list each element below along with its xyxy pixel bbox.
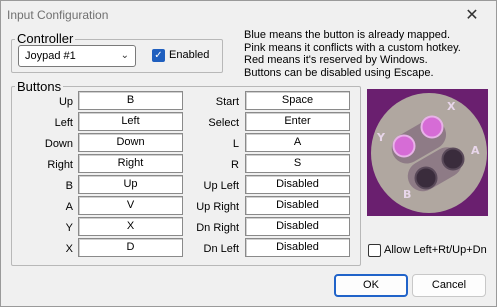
b-button-label: B <box>403 188 411 201</box>
controller-select[interactable]: Joypad #1 ⌄ <box>18 45 136 67</box>
b-button <box>414 166 438 190</box>
binding-a[interactable]: V <box>78 196 183 215</box>
a-button-label: A <box>471 144 480 157</box>
binding-up[interactable]: B <box>78 91 183 110</box>
buttons-group-label: Buttons <box>15 79 64 94</box>
allow-diagonal-checkbox[interactable] <box>368 244 381 257</box>
info-line: Pink means it conflicts with a custom ho… <box>244 41 461 54</box>
button-label-r: R <box>231 159 239 171</box>
info-line: Red means it's reserved by Windows. <box>244 54 428 66</box>
binding-right[interactable]: Right <box>78 154 183 173</box>
cancel-button[interactable]: Cancel <box>412 274 486 297</box>
binding-dn-left[interactable]: Disabled <box>245 238 350 257</box>
button-label-y: Y <box>65 222 73 234</box>
controller-select-value: Joypad #1 <box>25 50 76 62</box>
button-label-a: A <box>65 201 73 213</box>
controller-group-label: Controller <box>15 31 76 46</box>
binding-y[interactable]: X <box>78 217 183 236</box>
chevron-down-icon: ⌄ <box>120 50 129 61</box>
button-label-down: Down <box>44 138 73 150</box>
y-button-label: Y <box>376 131 386 144</box>
x-button <box>420 115 444 139</box>
binding-dn-right[interactable]: Disabled <box>245 217 350 236</box>
close-icon[interactable]: ✕ <box>454 3 490 27</box>
binding-left[interactable]: Left <box>78 112 183 131</box>
button-label-dn-right: Dn Right <box>196 222 239 234</box>
x-button-label: X <box>447 100 456 113</box>
info-text: Blue means the button is already mapped.… <box>244 29 461 79</box>
enabled-label: Enabled <box>169 49 210 61</box>
button-label-x: X <box>65 243 73 255</box>
info-line: Blue means the button is already mapped. <box>244 29 451 41</box>
binding-up-left[interactable]: Disabled <box>245 175 350 194</box>
button-label-b: B <box>65 180 73 192</box>
button-label-dn-left: Dn Left <box>203 243 239 255</box>
binding-r[interactable]: S <box>245 154 350 173</box>
button-label-up: Up <box>58 96 73 108</box>
window-title: Input Configuration <box>7 8 109 22</box>
button-label-l: L <box>232 138 239 150</box>
ok-button[interactable]: OK <box>334 274 408 297</box>
input-configuration-dialog: Input Configuration ✕ Controller Joypad … <box>0 0 497 307</box>
info-line: Buttons can be disabled using Escape. <box>244 66 434 79</box>
binding-down[interactable]: Down <box>78 133 183 152</box>
binding-l[interactable]: A <box>245 133 350 152</box>
button-label-right: Right <box>47 159 73 171</box>
binding-start[interactable]: Space <box>245 91 350 110</box>
button-label-select: Select <box>208 117 239 129</box>
binding-b[interactable]: Up <box>78 175 183 194</box>
binding-x[interactable]: D <box>78 238 183 257</box>
a-button <box>441 147 465 171</box>
snes-face-buttons-icon: X Y A B <box>367 89 488 216</box>
button-label-start: Start <box>215 96 239 108</box>
binding-up-right[interactable]: Disabled <box>245 196 350 215</box>
title-bar: Input Configuration ✕ <box>1 1 496 29</box>
binding-select[interactable]: Enter <box>245 112 350 131</box>
button-label-up-left: Up Left <box>203 180 239 192</box>
enabled-checkbox[interactable]: ✓ <box>152 49 165 62</box>
allow-diagonal-label: Allow Left+Rt/Up+Dn <box>384 244 487 256</box>
button-label-left: Left <box>54 117 73 129</box>
y-button <box>392 134 416 158</box>
button-label-up-right: Up Right <box>196 201 239 213</box>
